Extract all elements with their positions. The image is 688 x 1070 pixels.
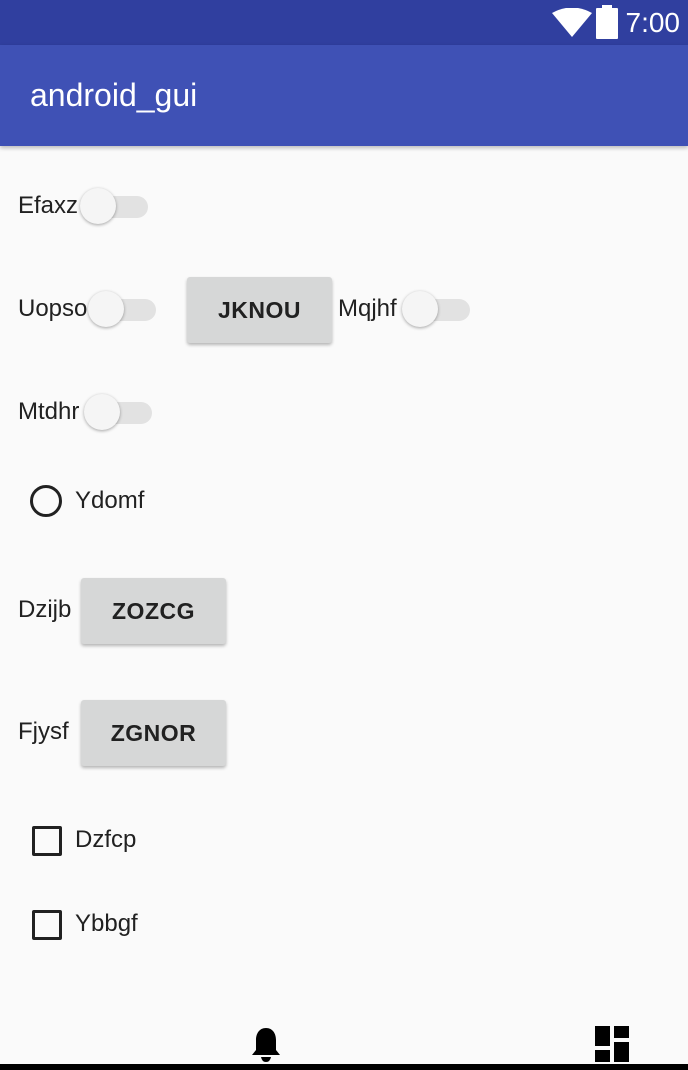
checkbox-label-dzfcp[interactable]: Dzfcp bbox=[75, 825, 136, 855]
switch-mtdhr[interactable] bbox=[84, 392, 154, 432]
checkbox-ybbgf[interactable] bbox=[32, 910, 62, 940]
switch-label-uopso: Uopso bbox=[18, 295, 88, 322]
switch-thumb bbox=[402, 291, 438, 327]
switch-uopso[interactable] bbox=[88, 289, 158, 329]
wifi-icon bbox=[552, 8, 592, 37]
radio-ydomf[interactable] bbox=[30, 485, 62, 517]
checkbox-dzfcp[interactable] bbox=[32, 826, 62, 856]
checkbox-label-ybbgf[interactable]: Ybbgf bbox=[75, 909, 138, 939]
row-label-fjysf: Fjysf bbox=[18, 718, 69, 745]
status-bar: 7:00 bbox=[0, 0, 688, 45]
radio-label-ydomf[interactable]: Ydomf bbox=[75, 486, 144, 516]
zozcg-button[interactable]: ZOZCG bbox=[81, 578, 226, 644]
switch-thumb bbox=[88, 291, 124, 327]
zgnor-button[interactable]: ZGNOR bbox=[81, 700, 226, 766]
app-title: android_gui bbox=[30, 77, 198, 113]
bottom-divider bbox=[0, 1064, 688, 1070]
switch-thumb bbox=[84, 394, 120, 430]
switch-label-mtdhr: Mtdhr bbox=[18, 398, 80, 425]
battery-icon bbox=[596, 5, 618, 39]
switch-efaxz[interactable] bbox=[80, 186, 150, 226]
dashboard-icon[interactable] bbox=[595, 1026, 629, 1062]
app-bar: android_gui bbox=[0, 45, 688, 146]
switch-label-mqjhf: Mqjhf bbox=[338, 295, 397, 322]
status-time: 7:00 bbox=[625, 7, 681, 38]
switch-thumb bbox=[80, 188, 116, 224]
jknou-button[interactable]: JKNOU bbox=[187, 277, 332, 343]
bell-icon[interactable] bbox=[250, 1026, 282, 1064]
switch-mqjhf[interactable] bbox=[402, 289, 472, 329]
row-label-dzijb: Dzijb bbox=[18, 596, 72, 623]
switch-label-efaxz: Efaxz bbox=[18, 192, 79, 219]
